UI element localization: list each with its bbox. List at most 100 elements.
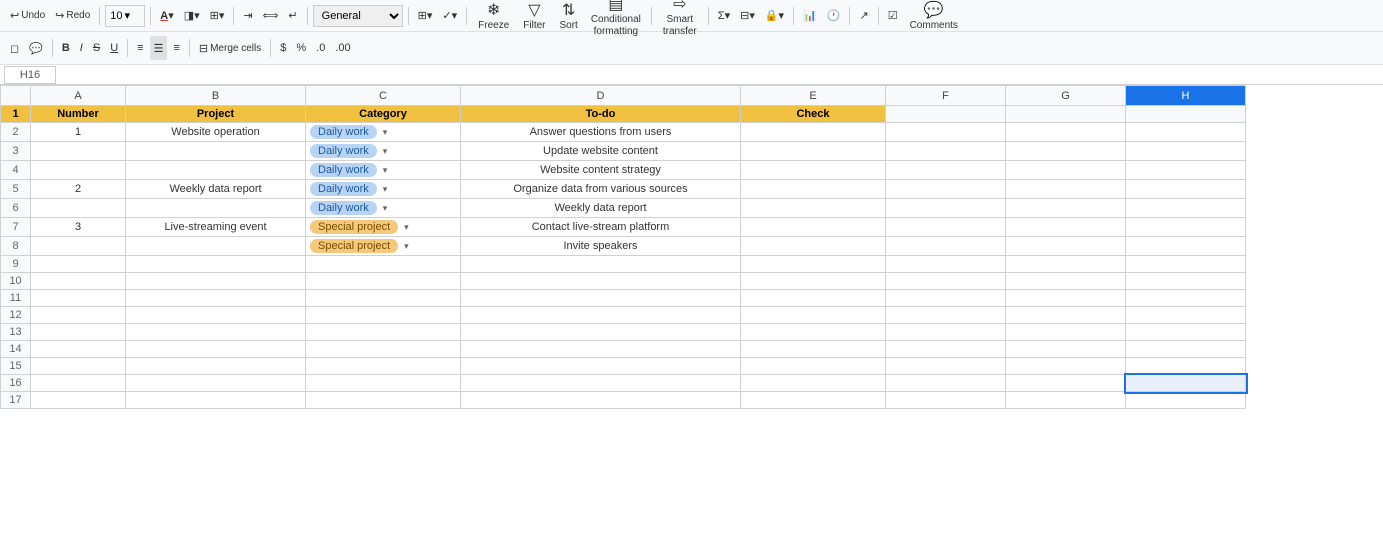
cell-d6[interactable]: Weekly data report — [461, 199, 741, 218]
row-num-9[interactable]: 9 — [1, 256, 31, 273]
wrap-wrap-button[interactable]: ↵ — [284, 4, 301, 28]
cell-c6[interactable]: Daily work ▾ — [306, 199, 461, 218]
cell-f2[interactable] — [886, 123, 1006, 142]
cell-e8[interactable] — [741, 237, 886, 256]
cell-g2[interactable] — [1006, 123, 1126, 142]
undo-button[interactable]: ↩ Undo — [6, 4, 49, 28]
cell-f8[interactable] — [886, 237, 1006, 256]
protect-button[interactable]: 🔒 ▾ — [761, 4, 788, 28]
dropdown-arrow-5[interactable]: ▾ — [383, 203, 388, 214]
col-C[interactable]: C — [306, 86, 461, 106]
cell-c5[interactable]: Daily work ▾ — [306, 180, 461, 199]
font-size-box[interactable]: 10 ▾ — [105, 5, 145, 27]
number-format-select[interactable]: General — [313, 5, 403, 27]
col-E[interactable]: E — [741, 86, 886, 106]
bold-button[interactable]: B — [58, 36, 74, 60]
borders-button[interactable]: ⊞ ▾ — [206, 4, 229, 28]
cell-f7[interactable] — [886, 218, 1006, 237]
comment-inline-button[interactable]: 💬 — [25, 36, 47, 60]
row-num-10[interactable]: 10 — [1, 273, 31, 290]
italic-button[interactable]: I — [76, 36, 87, 60]
cell-g7[interactable] — [1006, 218, 1126, 237]
row-num-5[interactable]: 5 — [1, 180, 31, 199]
share-button[interactable]: ↗ — [855, 4, 872, 28]
dollar-button[interactable]: $ — [276, 36, 290, 60]
comments-button[interactable]: 💬 Comments — [904, 0, 964, 38]
header-empty-f[interactable] — [886, 106, 1006, 123]
dropdown-arrow-6[interactable]: ▾ — [404, 222, 409, 233]
cell-h5[interactable] — [1126, 180, 1246, 199]
cell-a4[interactable] — [31, 161, 126, 180]
row-num-16[interactable]: 16 — [1, 375, 31, 392]
dropdown-arrow-7[interactable]: ▾ — [404, 241, 409, 252]
header-project[interactable]: Project — [126, 106, 306, 123]
col-D[interactable]: D — [461, 86, 741, 106]
cell-b5[interactable]: Weekly data report — [126, 180, 306, 199]
cell-a5[interactable]: 2 — [31, 180, 126, 199]
col-B[interactable]: B — [126, 86, 306, 106]
row-num-11[interactable]: 11 — [1, 290, 31, 307]
dropdown-arrow-1[interactable]: ▾ — [383, 127, 388, 138]
align-center-button[interactable]: ☰ — [150, 36, 168, 60]
cell-b8[interactable] — [126, 237, 306, 256]
cell-b6[interactable] — [126, 199, 306, 218]
underline-button[interactable]: U — [106, 36, 122, 60]
cell-a8[interactable] — [31, 237, 126, 256]
cell-a6[interactable] — [31, 199, 126, 218]
cell-reference[interactable]: H16 — [4, 66, 56, 84]
cell-c8[interactable]: Special project ▾ — [306, 237, 461, 256]
cell-style-button[interactable]: ⊟ ▾ — [736, 4, 759, 28]
dropdown-arrow-4[interactable]: ▾ — [383, 184, 388, 195]
cell-f4[interactable] — [886, 161, 1006, 180]
header-empty-h[interactable] — [1126, 106, 1246, 123]
cell-g5[interactable] — [1006, 180, 1126, 199]
row-num-17[interactable]: 17 — [1, 392, 31, 409]
freeze-button[interactable]: ❄ Freeze — [472, 0, 515, 38]
cell-h2[interactable] — [1126, 123, 1246, 142]
header-category[interactable]: Category — [306, 106, 461, 123]
header-check[interactable]: Check — [741, 106, 886, 123]
cell-c3[interactable]: Daily work ▾ — [306, 142, 461, 161]
cell-d7[interactable]: Contact live-stream platform — [461, 218, 741, 237]
cell-d2[interactable]: Answer questions from users — [461, 123, 741, 142]
row-num-12[interactable]: 12 — [1, 307, 31, 324]
smart-transfer-button[interactable]: ⇨ Smarttransfer — [657, 0, 703, 38]
header-number[interactable]: Number — [31, 106, 126, 123]
row-num-1[interactable]: 1 — [1, 106, 31, 123]
cell-e9[interactable] — [741, 256, 886, 273]
cell-c2[interactable]: Daily work ▾ — [306, 123, 461, 142]
cell-d3[interactable]: Update website content — [461, 142, 741, 161]
row-num-15[interactable]: 15 — [1, 358, 31, 375]
col-H[interactable]: H — [1126, 86, 1246, 106]
cell-d9[interactable] — [461, 256, 741, 273]
cell-f9[interactable] — [886, 256, 1006, 273]
cell-h7[interactable] — [1126, 218, 1246, 237]
percent-button[interactable]: % — [292, 36, 310, 60]
conditional-formatting-button[interactable]: ▤ Conditionalformatting — [586, 0, 646, 38]
cell-a3[interactable] — [31, 142, 126, 161]
row-num-4[interactable]: 4 — [1, 161, 31, 180]
dropdown-arrow-3[interactable]: ▾ — [383, 165, 388, 176]
cell-e5[interactable] — [741, 180, 886, 199]
cell-h16-selected[interactable] — [1126, 375, 1246, 392]
row-num-14[interactable]: 14 — [1, 341, 31, 358]
clock-button[interactable]: 🕐 — [823, 4, 845, 28]
cell-g9[interactable] — [1006, 256, 1126, 273]
cell-g3[interactable] — [1006, 142, 1126, 161]
cell-g8[interactable] — [1006, 237, 1126, 256]
cell-b7[interactable]: Live-streaming event — [126, 218, 306, 237]
cell-b2[interactable]: Website operation — [126, 123, 306, 142]
cell-e4[interactable] — [741, 161, 886, 180]
cell-b9[interactable] — [126, 256, 306, 273]
header-todo[interactable]: To-do — [461, 106, 741, 123]
col-G[interactable]: G — [1006, 86, 1126, 106]
cell-h9[interactable] — [1126, 256, 1246, 273]
header-empty-g[interactable] — [1006, 106, 1126, 123]
cell-c7[interactable]: Special project ▾ — [306, 218, 461, 237]
merge-cells-button[interactable]: ⊟ Merge cells — [195, 36, 265, 60]
sort-button[interactable]: ⇅ Sort — [554, 0, 584, 38]
cell-e7[interactable] — [741, 218, 886, 237]
strikethrough-button[interactable]: S — [89, 36, 104, 60]
cell-a7[interactable]: 3 — [31, 218, 126, 237]
cell-e6[interactable] — [741, 199, 886, 218]
